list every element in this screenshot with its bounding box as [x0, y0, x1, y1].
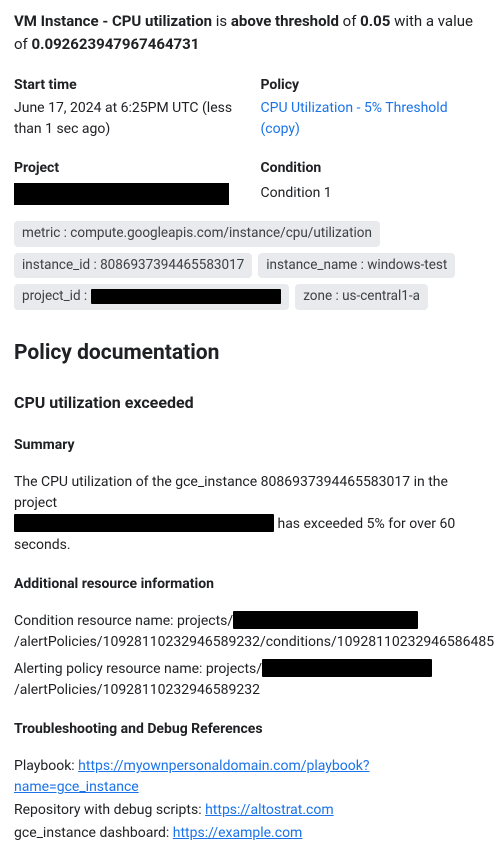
start-time-block: Start time June 17, 2024 at 6:25PM UTC (…: [14, 75, 241, 140]
project-condition-row: Project Condition Condition 1: [14, 158, 487, 205]
summary-heading: Summary: [14, 435, 487, 456]
condition-label: Condition: [261, 158, 488, 179]
label-chips: metric : compute.googleapis.com/instance…: [14, 221, 487, 310]
repo-line: Repository with debug scripts: https://a…: [14, 800, 487, 821]
summary-text: The CPU utilization of the gce_instance …: [14, 472, 487, 556]
dashboard-line: gce_instance dashboard: https://example.…: [14, 823, 487, 844]
headline-value: 0.092623947967464731: [32, 35, 200, 53]
chip-instance-name: instance_name : windows-test: [258, 253, 455, 279]
policy-block: Policy CPU Utilization - 5% Threshold (c…: [261, 75, 488, 140]
chip-instance-id: instance_id : 8086937394465583017: [14, 253, 252, 279]
start-time-label: Start time: [14, 75, 241, 96]
project-value-redacted: [14, 183, 229, 205]
cond-project-redacted: [233, 611, 418, 629]
headline-subject: VM Instance - CPU utilization: [14, 12, 212, 30]
meta-row: Start time June 17, 2024 at 6:25PM UTC (…: [14, 75, 487, 140]
dashboard-link[interactable]: https://example.com: [173, 825, 303, 841]
doc-subtitle: CPU utilization exceeded: [14, 391, 487, 415]
start-time-value: June 17, 2024 at 6:25PM UTC (less than 1…: [14, 98, 241, 140]
chip-project-id: project_id :: [14, 284, 289, 310]
condition-resource-line: Condition resource name: projects//alert…: [14, 611, 487, 653]
headline-threshold: 0.05: [360, 12, 390, 30]
headline-state: above threshold: [231, 12, 339, 30]
condition-block: Condition Condition 1: [261, 158, 488, 205]
policy-doc-title: Policy documentation: [14, 338, 487, 370]
alert-policy-resource-line: Alerting policy resource name: projects/…: [14, 659, 487, 701]
additional-resource-heading: Additional resource information: [14, 574, 487, 595]
alert-headline: VM Instance - CPU utilization is above t…: [14, 10, 487, 55]
chip-metric: metric : compute.googleapis.com/instance…: [14, 221, 380, 247]
alert-project-redacted: [262, 659, 432, 677]
repo-link[interactable]: https://altostrat.com: [205, 802, 334, 818]
summary-project-redacted: [14, 514, 274, 532]
policy-label: Policy: [261, 75, 488, 96]
troubleshooting-heading: Troubleshooting and Debug References: [14, 719, 487, 740]
condition-value: Condition 1: [261, 183, 488, 204]
chip-zone: zone : us-central1-a: [295, 284, 428, 310]
playbook-line: Playbook: https://myownpersonaldomain.co…: [14, 756, 487, 798]
project-id-redacted: [91, 289, 281, 304]
policy-link[interactable]: CPU Utilization - 5% Threshold (copy): [261, 100, 448, 137]
project-block: Project: [14, 158, 241, 205]
reference-links: Playbook: https://myownpersonaldomain.co…: [14, 756, 487, 844]
project-label: Project: [14, 158, 241, 179]
